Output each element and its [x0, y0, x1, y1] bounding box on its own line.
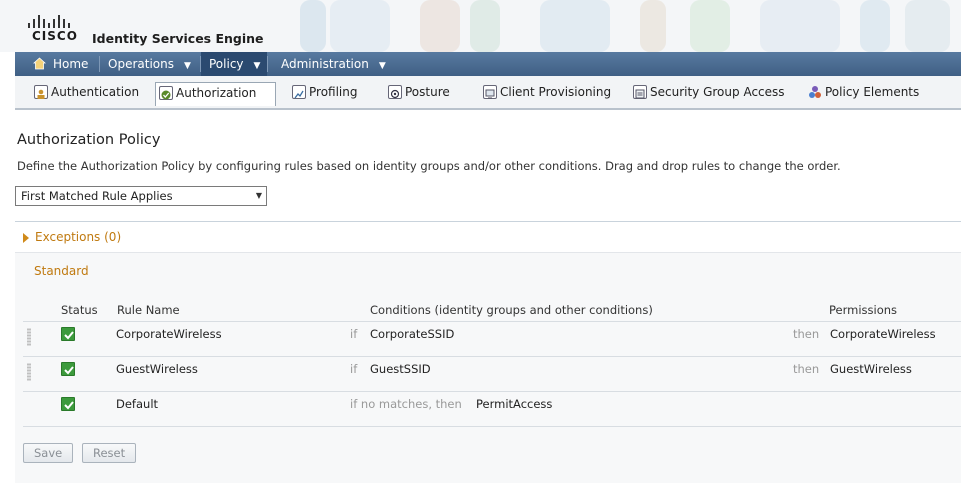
- subnav-item-security-group-access[interactable]: Security Group Access: [630, 82, 785, 104]
- header-decoration: [640, 0, 666, 52]
- then-keyword: then: [793, 327, 820, 341]
- rule-match-select-value: First Matched Rule Applies: [21, 189, 173, 203]
- exceptions-bar[interactable]: [15, 222, 961, 253]
- header-decoration: [470, 0, 500, 52]
- subnav-label: Posture: [405, 85, 450, 99]
- then-keyword: then: [793, 362, 820, 376]
- chevron-down-icon: ▼: [253, 61, 261, 71]
- default-rule-name[interactable]: Default: [116, 397, 158, 411]
- if-keyword: if: [350, 327, 358, 341]
- rule-enabled-checkbox[interactable]: [61, 362, 75, 376]
- chevron-down-icon: ▼: [183, 61, 191, 71]
- subnav-label: Authentication: [51, 85, 140, 99]
- drag-handle-icon[interactable]: [27, 363, 31, 381]
- table-divider: [23, 356, 961, 357]
- rule-enabled-checkbox[interactable]: [61, 397, 75, 411]
- chevron-down-icon: ▼: [255, 191, 262, 200]
- save-button[interactable]: Save: [23, 443, 74, 463]
- checkmark-icon: [64, 401, 74, 410]
- nav-separator: [267, 56, 268, 72]
- cisco-logo-text: CISCO: [32, 29, 78, 43]
- header-decoration: [540, 0, 610, 52]
- header-decoration: [330, 0, 390, 52]
- header-decoration: [760, 0, 840, 52]
- cisco-logo: CISCO: [28, 14, 78, 44]
- nav-policy-label: Policy: [209, 57, 244, 71]
- policy-elements-icon: [808, 85, 822, 99]
- policy-subnav: Authentication Authorization Profiling P…: [15, 76, 961, 110]
- table-divider: [23, 391, 961, 392]
- cisco-logo-bars: [28, 14, 76, 28]
- rule-condition[interactable]: CorporateSSID: [370, 327, 454, 341]
- nav-operations-label: Operations: [108, 57, 174, 71]
- main-nav: Home Operations ▼ Policy ▼ Administration ▼: [15, 52, 961, 76]
- rule-match-select[interactable]: First Matched Rule Applies ▼: [15, 186, 267, 206]
- checkmark-icon: [64, 331, 74, 340]
- checkmark-icon: [64, 366, 74, 375]
- rule-permission[interactable]: GuestWireless: [830, 362, 912, 376]
- profiling-icon: [292, 85, 306, 99]
- client-provisioning-icon: [483, 85, 497, 99]
- subnav-item-client-provisioning[interactable]: Client Provisioning: [480, 82, 611, 104]
- rule-permission[interactable]: CorporateWireless: [830, 327, 936, 341]
- nav-item-home[interactable]: Home: [25, 52, 107, 76]
- table-divider: [23, 426, 961, 427]
- policy-rules-section: [15, 222, 961, 483]
- table-divider: [23, 321, 961, 322]
- app-header: CISCO Identity Services Engine: [0, 0, 961, 52]
- column-header-permissions: Permissions: [829, 303, 898, 317]
- posture-icon: [388, 85, 402, 99]
- subnav-item-policy-elements[interactable]: Policy Elements: [805, 82, 919, 104]
- subnav-label: Authorization: [176, 86, 257, 100]
- column-header-status: Status: [61, 303, 98, 317]
- reset-button[interactable]: Reset: [82, 443, 137, 463]
- column-header-conditions: Conditions (identity groups and other co…: [370, 303, 653, 317]
- authentication-icon: [34, 85, 48, 99]
- header-decoration: [420, 0, 460, 52]
- header-decoration: [690, 0, 730, 52]
- security-group-access-icon: [633, 85, 647, 99]
- subnav-item-authorization[interactable]: Authorization: [155, 82, 276, 106]
- default-if-text: if no matches, then: [350, 397, 462, 411]
- app-title: Identity Services Engine: [92, 31, 264, 46]
- home-icon: [33, 57, 46, 70]
- column-header-rule-name: Rule Name: [117, 303, 180, 317]
- rule-enabled-checkbox[interactable]: [61, 327, 75, 341]
- rule-condition[interactable]: GuestSSID: [370, 362, 431, 376]
- header-decoration: [860, 0, 890, 52]
- nav-item-administration[interactable]: Administration ▼: [273, 52, 386, 76]
- header-decoration: [905, 0, 950, 52]
- expand-triangle-icon[interactable]: [23, 233, 29, 243]
- header-decoration: [300, 0, 326, 52]
- standard-section-label: Standard: [34, 264, 89, 278]
- subnav-item-authentication[interactable]: Authentication: [31, 82, 139, 104]
- subnav-label: Policy Elements: [825, 85, 920, 99]
- nav-item-operations[interactable]: Operations ▼: [100, 52, 200, 76]
- nav-item-policy[interactable]: Policy ▼: [201, 52, 267, 76]
- subnav-label: Client Provisioning: [500, 85, 612, 99]
- subnav-label: Security Group Access: [650, 85, 785, 99]
- subnav-item-profiling[interactable]: Profiling: [289, 82, 358, 104]
- page-title: Authorization Policy: [17, 132, 161, 148]
- subnav-item-posture[interactable]: Posture: [385, 82, 450, 104]
- subnav-label: Profiling: [309, 85, 358, 99]
- default-rule-permission[interactable]: PermitAccess: [476, 397, 552, 411]
- drag-handle-icon[interactable]: [27, 328, 31, 346]
- rule-name[interactable]: GuestWireless: [116, 362, 198, 376]
- nav-home-label: Home: [53, 57, 89, 71]
- nav-administration-label: Administration: [281, 57, 369, 71]
- exceptions-toggle[interactable]: Exceptions (0): [35, 230, 121, 244]
- chevron-down-icon: ▼: [378, 61, 386, 71]
- authorization-icon: [159, 86, 173, 100]
- if-keyword: if: [350, 362, 358, 376]
- rule-name[interactable]: CorporateWireless: [116, 327, 222, 341]
- page-description: Define the Authorization Policy by confi…: [17, 159, 841, 173]
